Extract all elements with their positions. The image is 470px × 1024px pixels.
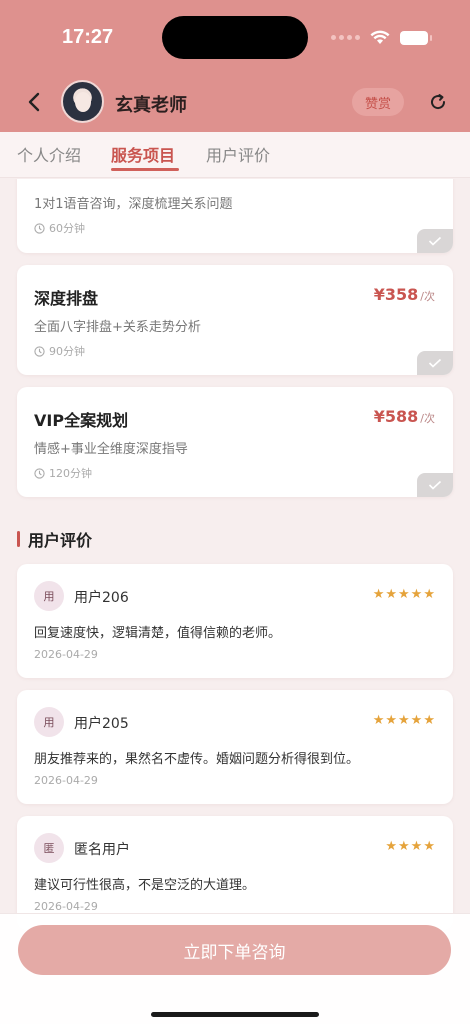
service-desc: 1对1语音咨询，深度梳理关系问题 xyxy=(34,197,233,212)
tab-services[interactable]: 服务项目 xyxy=(111,142,175,166)
check-icon xyxy=(428,480,442,490)
signal-icon xyxy=(331,35,360,40)
wifi-icon xyxy=(370,30,390,44)
review-text: 建议可行性很高，不是空泛的大道理。 xyxy=(34,878,256,893)
back-button[interactable] xyxy=(22,88,46,116)
teacher-avatar[interactable] xyxy=(61,80,104,123)
service-price: ¥588/次 xyxy=(373,407,435,426)
teacher-name: 玄真老师 xyxy=(115,95,187,116)
review-date: 2026-04-29 xyxy=(34,648,98,661)
service-duration-text: 60分钟 xyxy=(49,222,85,235)
service-duration: 90分钟 xyxy=(34,343,85,359)
service-title: VIP全案规划 xyxy=(34,411,129,430)
review-date: 2026-04-29 xyxy=(34,900,98,913)
reviewer-avatar: 用 xyxy=(34,707,64,737)
review-card: 用 用户206 ★★★★★ 回复速度快，逻辑清楚，值得信赖的老师。 2026-0… xyxy=(17,564,453,678)
reviewer-name: 用户206 xyxy=(74,590,129,606)
app-header: 17:27 玄真老师 赞赏 xyxy=(0,0,470,132)
rating-stars: ★★★★★ xyxy=(372,587,436,602)
service-title: 深度排盘 xyxy=(34,289,99,308)
service-desc: 全面八字排盘+关系走势分析 xyxy=(34,320,201,335)
clock-icon xyxy=(34,222,45,234)
chevron-left-icon xyxy=(28,92,40,112)
battery-icon xyxy=(400,30,432,45)
review-text: 朋友推荐来的，果然名不虚传。婚姻问题分析得很到位。 xyxy=(34,752,360,767)
section-title-text: 用户评价 xyxy=(28,531,93,550)
service-card[interactable]: 深度排盘 ¥358/次 全面八字排盘+关系走势分析 90分钟 xyxy=(17,265,453,375)
bottom-action-bar: 立即下单咨询 xyxy=(0,913,470,1024)
order-consult-button[interactable]: 立即下单咨询 xyxy=(18,925,451,975)
section-accent-bar xyxy=(17,531,20,547)
tab-reviews[interactable]: 用户评价 xyxy=(206,142,270,166)
status-icons xyxy=(331,30,432,45)
tab-active-indicator xyxy=(111,168,179,171)
reviewer-name: 匿名用户 xyxy=(74,842,130,858)
refresh-button[interactable] xyxy=(426,90,450,114)
nav-bar: 玄真老师 赞赏 xyxy=(0,74,470,130)
review-date: 2026-04-29 xyxy=(34,774,98,787)
review-card: 用 用户205 ★★★★★ 朋友推荐来的，果然名不虚传。婚姻问题分析得很到位。 … xyxy=(17,690,453,804)
selected-check-tag xyxy=(417,351,453,375)
tab-bar: 个人介绍 服务项目 用户评价 xyxy=(0,132,470,178)
refresh-icon xyxy=(431,94,446,110)
service-price: ¥358/次 xyxy=(373,285,435,304)
rating-stars: ★★★★ xyxy=(385,839,436,854)
service-duration: 60分钟 xyxy=(34,220,85,236)
reviewer-name: 用户205 xyxy=(74,716,129,732)
tip-button[interactable]: 赞赏 xyxy=(352,88,404,116)
selected-check-tag xyxy=(417,229,453,253)
service-duration: 120分钟 xyxy=(34,465,92,481)
content-scroll[interactable]: 1对1语音咨询，深度梳理关系问题 60分钟 深度排盘 ¥358/次 全面八字排盘… xyxy=(0,179,470,1024)
service-card[interactable]: 1对1语音咨询，深度梳理关系问题 60分钟 xyxy=(17,179,453,253)
service-desc: 情感+事业全维度深度指导 xyxy=(34,442,188,457)
review-text: 回复速度快，逻辑清楚，值得信赖的老师。 xyxy=(34,626,282,641)
reviews-section-title: 用户评价 xyxy=(17,527,92,551)
clock-icon xyxy=(34,467,45,479)
rating-stars: ★★★★★ xyxy=(372,713,436,728)
check-icon xyxy=(428,358,442,368)
service-duration-text: 120分钟 xyxy=(49,467,92,480)
reviewer-avatar: 匿 xyxy=(34,833,64,863)
tab-intro[interactable]: 个人介绍 xyxy=(17,142,81,166)
status-time: 17:27 xyxy=(62,26,114,48)
reviewer-avatar: 用 xyxy=(34,581,64,611)
home-indicator xyxy=(151,1012,319,1017)
clock-icon xyxy=(34,345,45,357)
service-card[interactable]: VIP全案规划 ¥588/次 情感+事业全维度深度指导 120分钟 xyxy=(17,387,453,497)
check-icon xyxy=(428,236,442,246)
dynamic-island xyxy=(162,16,308,59)
service-duration-text: 90分钟 xyxy=(49,345,85,358)
selected-check-tag xyxy=(417,473,453,497)
